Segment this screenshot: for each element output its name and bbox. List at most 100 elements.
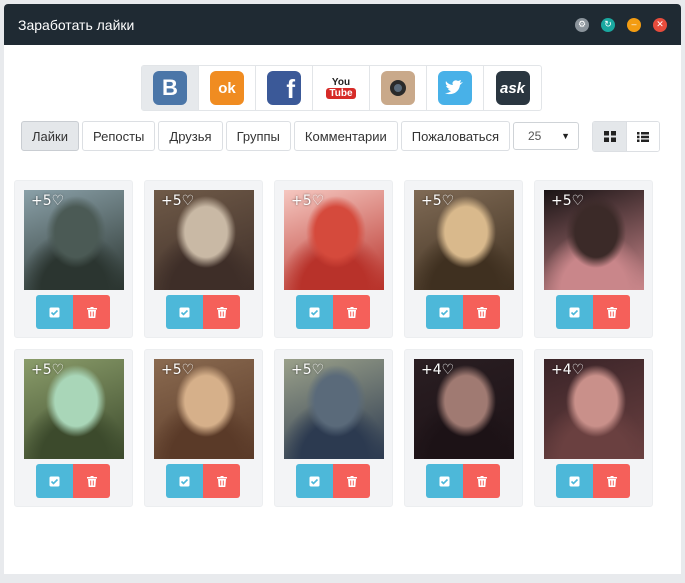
confirm-button[interactable] [36,295,73,329]
like-reward-badge: +5♡ [291,362,325,378]
confirm-button[interactable] [166,295,203,329]
social-button-facebook[interactable]: f [256,66,313,110]
delete-button[interactable] [203,295,240,329]
checkbox-icon [569,476,580,486]
grid-view-button[interactable] [593,122,626,151]
trash-icon [216,475,227,487]
confirm-button[interactable] [36,464,73,498]
facebook-icon: f [267,71,301,105]
social-button-twitter[interactable] [427,66,484,110]
trash-icon [86,306,97,318]
photo-card: +5♡ [144,349,263,507]
trash-icon [216,306,227,318]
delete-button[interactable] [593,295,630,329]
photo-card: +5♡ [14,180,133,338]
social-button-instagram[interactable] [370,66,427,110]
trash-icon [476,306,487,318]
filter-tabs: Лайки Репосты Друзья Группы Комментарии … [21,121,513,151]
delete-button[interactable] [463,464,500,498]
photo-card: +5♡ [144,180,263,338]
tab-likes[interactable]: Лайки [21,121,79,151]
like-reward-badge: +5♡ [421,193,455,209]
list-icon [637,131,649,142]
checkbox-icon [439,307,450,317]
tab-comments[interactable]: Комментарии [293,121,398,151]
profile-photo[interactable]: +4♡ [544,359,644,459]
card-actions [166,464,240,498]
like-reward-badge: +4♡ [421,362,455,378]
window-title: Заработать лайки [18,16,135,33]
like-reward-badge: +5♡ [291,193,325,209]
profile-photo[interactable]: +5♡ [284,359,384,459]
profile-photo[interactable]: +5♡ [154,359,254,459]
social-button-odnoklassniki[interactable]: ok [199,66,256,110]
like-reward-badge: +5♡ [31,362,65,378]
delete-button[interactable] [333,295,370,329]
card-actions [296,464,370,498]
like-reward-badge: +5♡ [31,193,65,209]
profile-photo[interactable]: +5♡ [24,359,124,459]
profile-photo[interactable]: +5♡ [544,190,644,290]
confirm-button[interactable] [426,464,463,498]
like-reward-badge: +4♡ [551,362,585,378]
confirm-button[interactable] [556,464,593,498]
photo-card: +4♡ [534,349,653,507]
photo-card: +5♡ [534,180,653,338]
social-button-vk[interactable]: B [142,66,199,110]
photo-card: +5♡ [274,349,393,507]
like-reward-badge: +5♡ [551,193,585,209]
checkbox-icon [309,476,320,486]
list-view-button[interactable] [626,122,659,151]
photo-card: +4♡ [404,349,523,507]
delete-button[interactable] [593,464,630,498]
ask-icon: ask [495,71,530,105]
like-reward-badge: +5♡ [161,362,195,378]
social-button-youtube[interactable]: You Tube [313,66,370,110]
confirm-button[interactable] [166,464,203,498]
confirm-button[interactable] [556,295,593,329]
youtube-icon: You Tube [324,71,358,105]
card-actions [36,295,110,329]
tab-friends[interactable]: Друзья [158,121,223,151]
confirm-button[interactable] [426,295,463,329]
card-actions [296,295,370,329]
card-actions [426,295,500,329]
profile-photo[interactable]: +5♡ [414,190,514,290]
checkbox-icon [179,476,190,486]
trash-icon [346,475,357,487]
chevron-down-icon: ▼ [561,131,570,141]
confirm-button[interactable] [296,295,333,329]
like-reward-badge: +5♡ [161,193,195,209]
profile-photo[interactable]: +5♡ [154,190,254,290]
profile-photo[interactable]: +5♡ [284,190,384,290]
card-actions [556,295,630,329]
card-actions [426,464,500,498]
view-toggle [592,121,660,152]
delete-button[interactable] [73,295,110,329]
tab-groups[interactable]: Группы [225,121,291,151]
delete-button[interactable] [73,464,110,498]
checkbox-icon [309,307,320,317]
close-icon[interactable]: ✕ [653,17,667,32]
checkbox-icon [179,307,190,317]
count-select-value: 25 [528,129,542,143]
tab-report[interactable]: Пожаловаться [400,121,511,151]
confirm-button[interactable] [296,464,333,498]
trash-icon [606,306,617,318]
delete-button[interactable] [333,464,370,498]
social-button-ask[interactable]: ask [484,66,541,110]
card-actions [556,464,630,498]
trash-icon [606,475,617,487]
vk-icon: B [153,71,187,105]
count-select[interactable]: 25 ▼ [513,122,579,150]
twitter-icon [438,71,472,105]
refresh-icon[interactable]: ↻ [601,17,615,32]
settings-icon[interactable]: ⚙ [575,17,589,32]
delete-button[interactable] [463,295,500,329]
tab-reposts[interactable]: Репосты [81,121,156,151]
delete-button[interactable] [203,464,240,498]
checkbox-icon [569,307,580,317]
minimize-icon[interactable]: – [627,17,641,32]
profile-photo[interactable]: +5♡ [24,190,124,290]
profile-photo[interactable]: +4♡ [414,359,514,459]
